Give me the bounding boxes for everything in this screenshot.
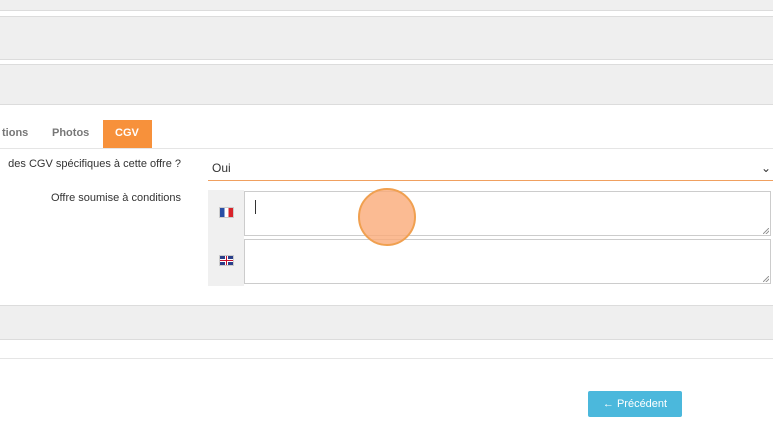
top-panel [0, 0, 773, 11]
collapsed-section-2[interactable] [0, 64, 773, 105]
conditions-en-textarea[interactable] [244, 239, 771, 284]
tab-photos[interactable]: Photos [40, 120, 101, 148]
conditions-fr-textarea[interactable] [244, 191, 771, 236]
divider [0, 358, 773, 359]
text-caret [255, 200, 256, 214]
cgv-select[interactable]: Oui ⌄ [208, 156, 773, 181]
resize-handle-icon[interactable] [763, 276, 769, 282]
tab-bar: tions Photos CGV [0, 120, 773, 149]
flag-cell-en [208, 238, 244, 286]
previous-button[interactable]: ← Précédent [588, 391, 682, 417]
flag-cell-fr [208, 190, 244, 238]
conditions-en-row [208, 238, 773, 286]
conditions-fr-row [208, 190, 773, 238]
conditions-label: Offre soumise à conditions [50, 192, 181, 204]
cgv-select-value: Oui [212, 161, 231, 175]
cgv-question-label: des CGV spécifiques à cette offre ? [8, 158, 181, 170]
collapsed-section-1[interactable] [0, 16, 773, 60]
click-indicator [358, 188, 416, 246]
tab-options[interactable]: tions [0, 120, 40, 148]
collapsed-section-3[interactable] [0, 305, 773, 340]
uk-flag-icon [220, 256, 233, 265]
tab-cgv[interactable]: CGV [103, 120, 152, 148]
chevron-down-icon: ⌄ [760, 161, 771, 175]
french-flag-icon [220, 208, 233, 217]
resize-handle-icon[interactable] [763, 228, 769, 234]
